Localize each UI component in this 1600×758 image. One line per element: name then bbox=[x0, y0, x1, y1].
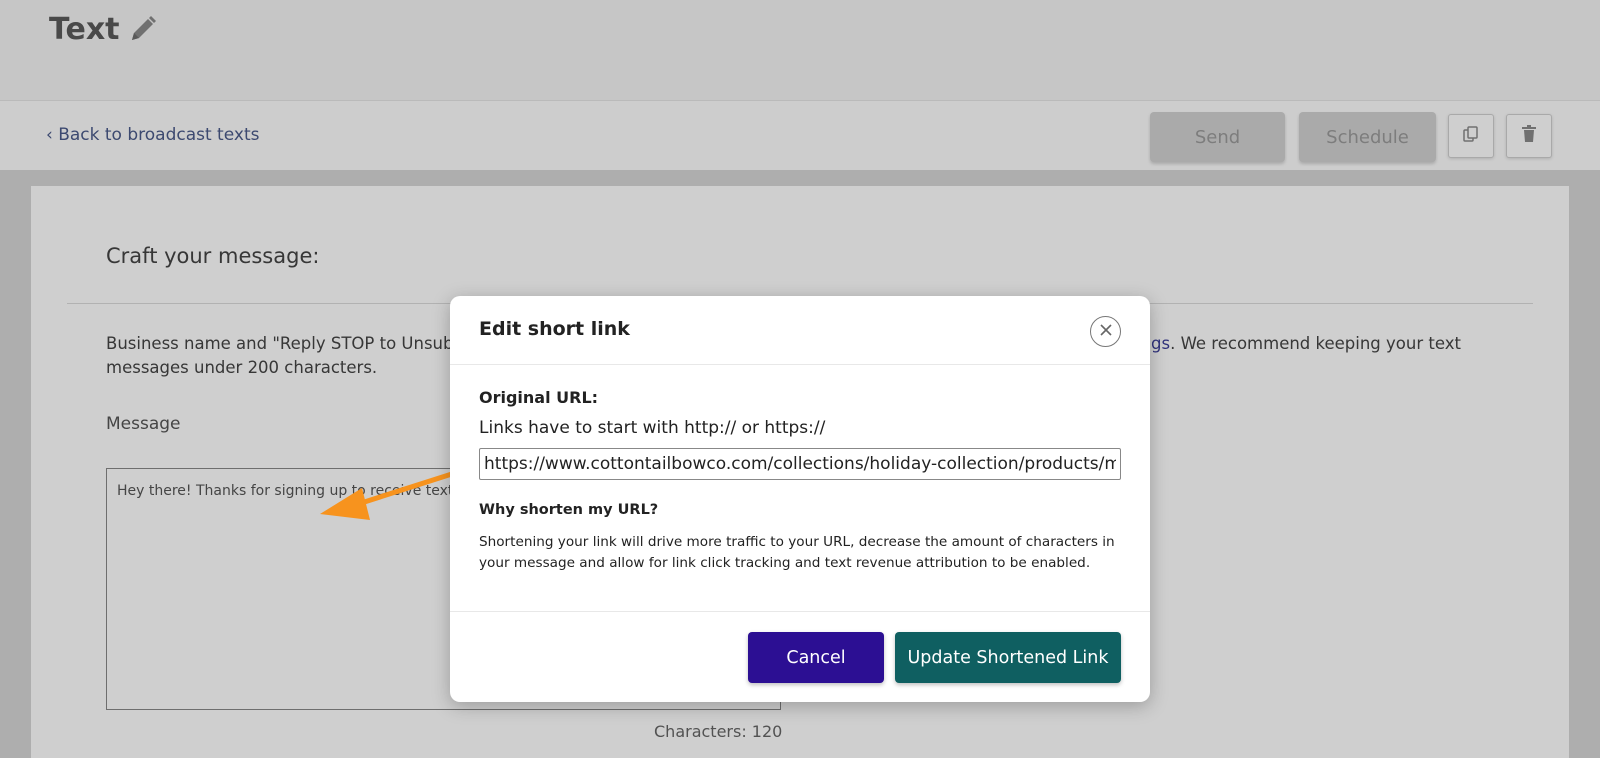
url-hint: Links have to start with http:// or http… bbox=[479, 418, 826, 438]
why-shorten-body: Shortening your link will drive more tra… bbox=[479, 534, 1115, 571]
divider bbox=[450, 611, 1150, 612]
original-url-input[interactable] bbox=[479, 448, 1121, 480]
why-shorten-heading: Why shorten my URL? bbox=[479, 502, 659, 518]
divider bbox=[450, 364, 1150, 365]
update-shortened-link-button[interactable]: Update Shortened Link bbox=[895, 632, 1121, 683]
edit-short-link-dialog: Edit short link Original URL: Links have… bbox=[450, 296, 1150, 702]
dialog-title: Edit short link bbox=[479, 318, 630, 340]
close-button[interactable] bbox=[1090, 316, 1121, 347]
close-circle-icon bbox=[1098, 322, 1114, 342]
cancel-button[interactable]: Cancel bbox=[748, 632, 884, 683]
original-url-label: Original URL: bbox=[479, 388, 599, 407]
